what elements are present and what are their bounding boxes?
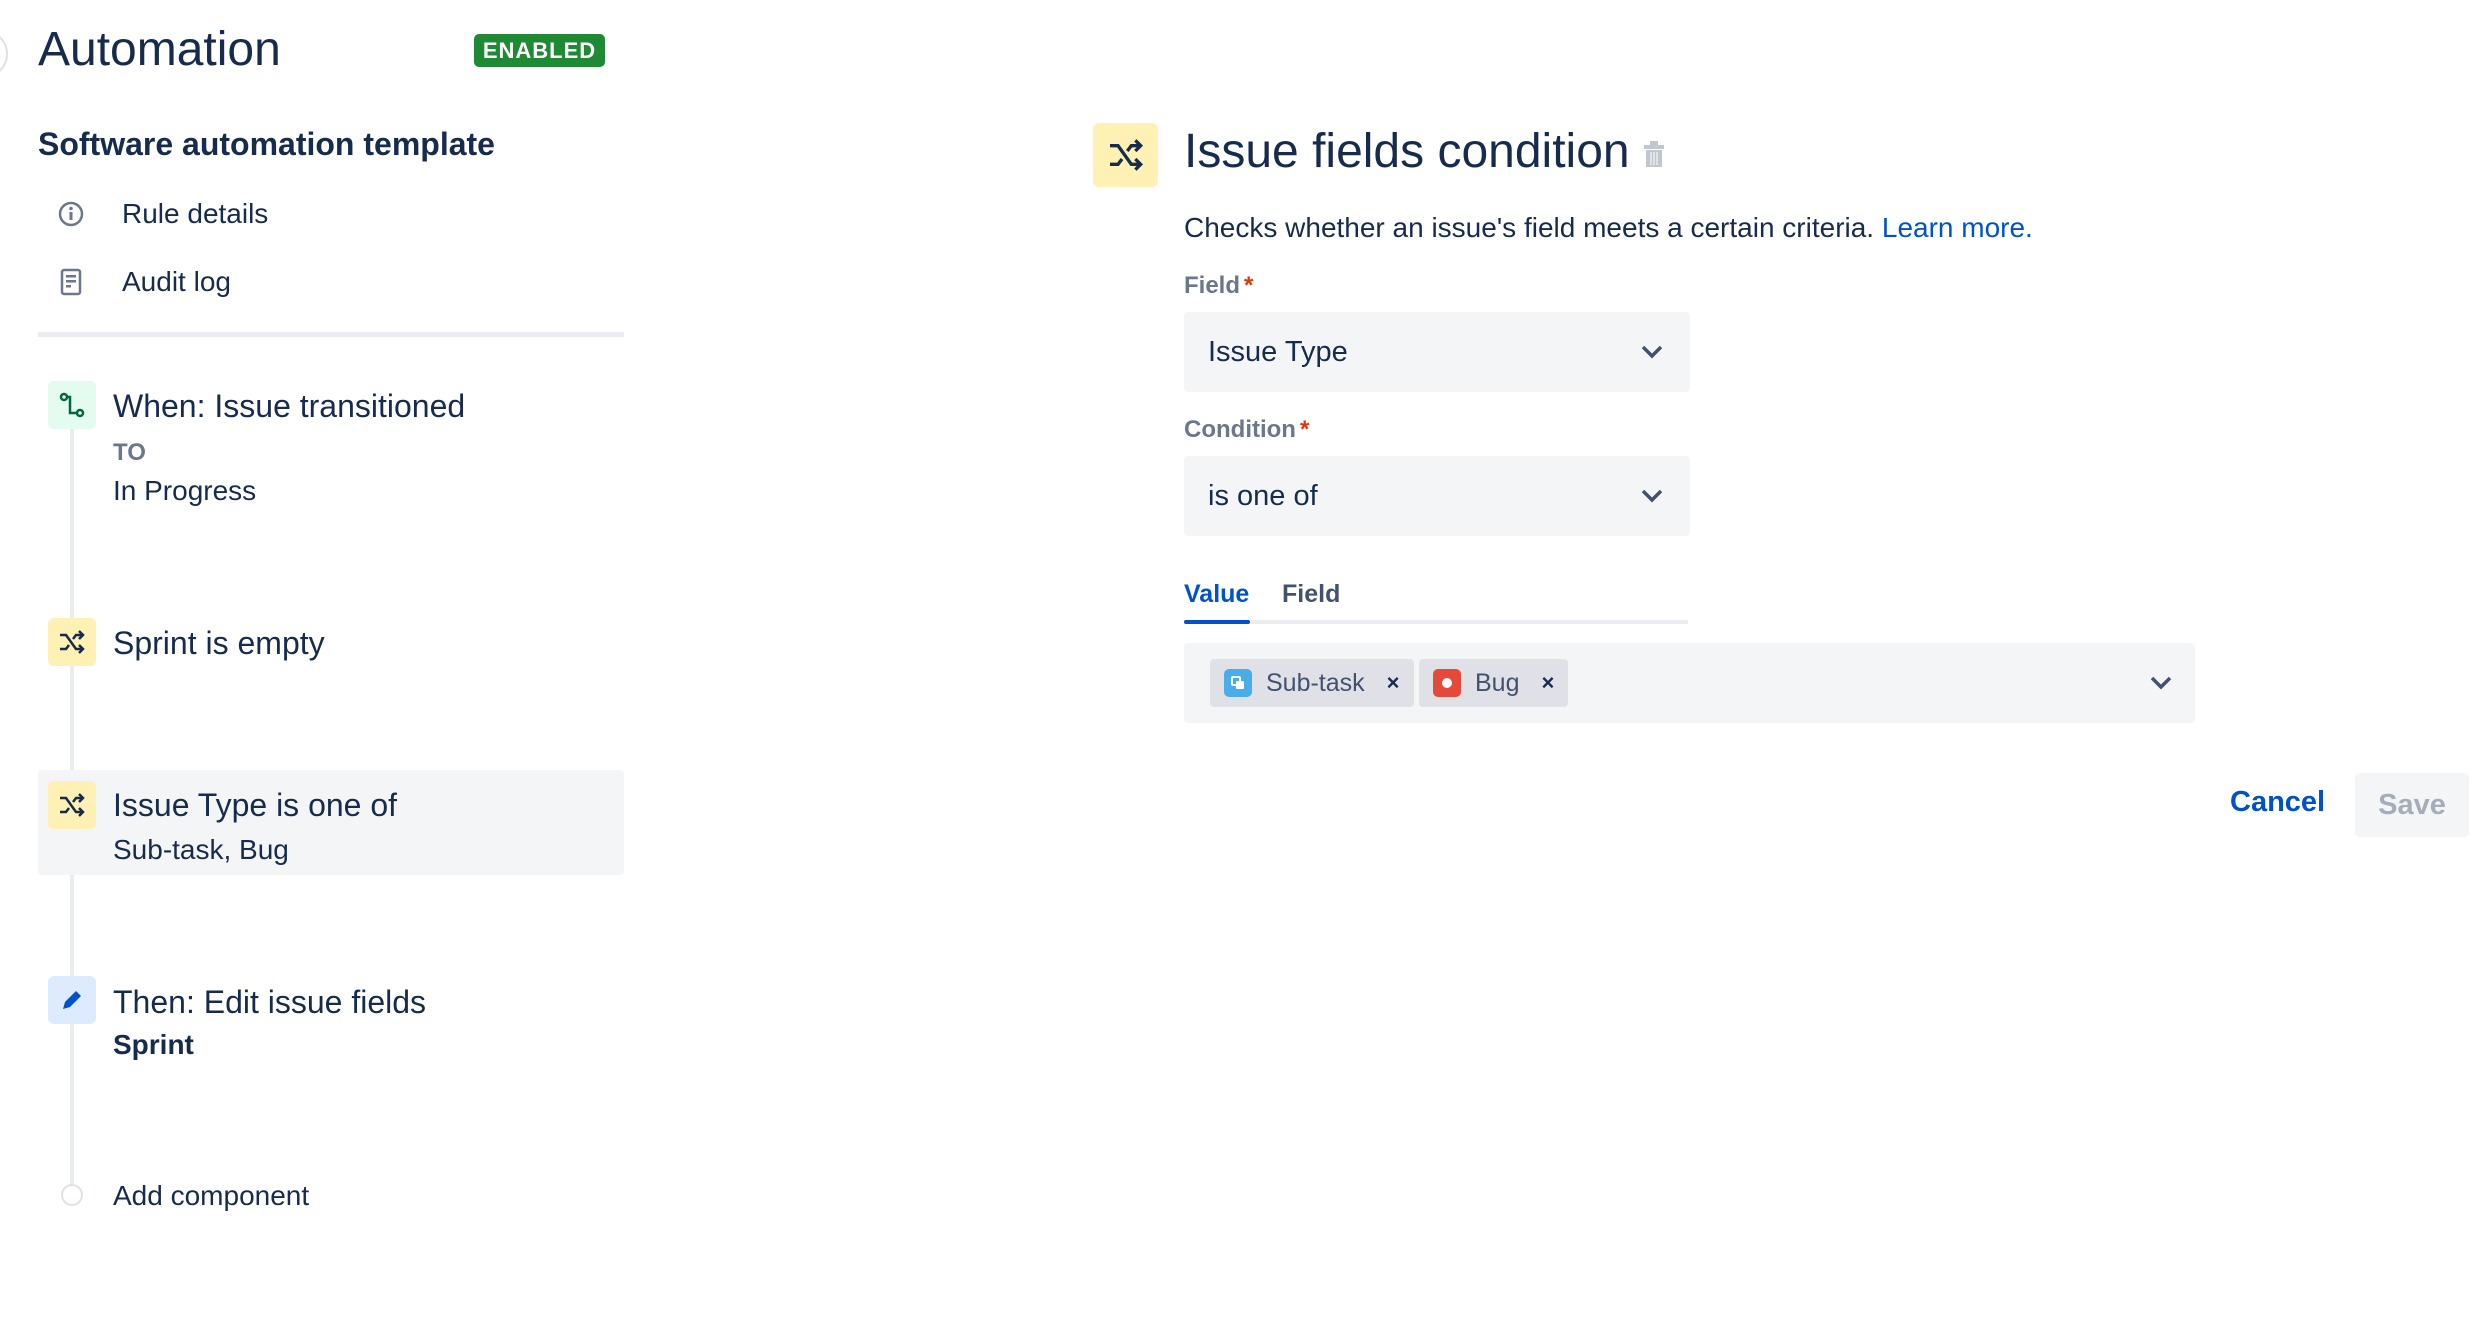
step-trigger[interactable]: When: Issue transitioned bbox=[113, 388, 465, 425]
tab-value[interactable]: Value bbox=[1184, 580, 1249, 609]
nav-label: Rule details bbox=[122, 198, 269, 229]
transition-icon bbox=[48, 381, 96, 429]
status-badge: ENABLED bbox=[474, 34, 605, 67]
panel-title: Issue fields condition bbox=[1184, 125, 1630, 178]
chip-bug: Bug × bbox=[1419, 659, 1569, 707]
pencil-icon bbox=[48, 976, 96, 1024]
shuffle-icon bbox=[1093, 123, 1158, 187]
page-title: Automation bbox=[38, 23, 281, 76]
info-icon bbox=[56, 199, 86, 229]
nav-audit-log[interactable]: Audit log bbox=[56, 266, 231, 298]
field-label: Field * bbox=[1184, 272, 1254, 299]
condition-select[interactable]: is one of bbox=[1184, 456, 1690, 536]
add-circle-icon bbox=[61, 1184, 83, 1206]
step-detail: Sub-task, Bug bbox=[113, 834, 289, 865]
rule-name: Software automation template bbox=[38, 126, 495, 162]
learn-more-link[interactable]: Learn more. bbox=[1882, 212, 2033, 243]
tab-field[interactable]: Field bbox=[1282, 580, 1340, 609]
shuffle-icon bbox=[48, 781, 96, 829]
field-select[interactable]: Issue Type bbox=[1184, 312, 1690, 392]
collapse-handle[interactable] bbox=[0, 30, 8, 78]
chip-label: Sub-task bbox=[1266, 668, 1365, 697]
divider bbox=[38, 332, 624, 337]
active-tab-indicator bbox=[1184, 620, 1250, 624]
step-kicker: TO bbox=[113, 439, 146, 466]
nav-label: Audit log bbox=[122, 266, 231, 297]
step-condition-issue-type[interactable]: Issue Type is one of bbox=[113, 787, 397, 824]
step-condition-sprint[interactable]: Sprint is empty bbox=[113, 625, 325, 662]
step-detail: In Progress bbox=[113, 475, 257, 506]
bug-icon bbox=[1433, 669, 1461, 697]
value-tabs: Value Field bbox=[1184, 580, 1688, 624]
condition-select-value: is one of bbox=[1208, 479, 1318, 512]
step-action[interactable]: Then: Edit issue fields bbox=[113, 984, 426, 1021]
chevron-down-icon bbox=[1641, 345, 1663, 359]
add-component-button[interactable]: Add component bbox=[113, 1180, 309, 1212]
trash-icon[interactable] bbox=[1643, 140, 1665, 173]
step-detail: Sprint bbox=[113, 1029, 194, 1060]
condition-label: Condition * bbox=[1184, 416, 1310, 443]
field-select-value: Issue Type bbox=[1208, 335, 1348, 368]
chip-sub-task: Sub-task × bbox=[1210, 659, 1414, 707]
chip-label: Bug bbox=[1475, 668, 1520, 697]
chevron-down-icon[interactable] bbox=[2149, 675, 2173, 691]
document-icon bbox=[56, 267, 86, 297]
remove-icon[interactable]: × bbox=[1541, 670, 1554, 696]
chevron-down-icon bbox=[1641, 489, 1663, 503]
cancel-button[interactable]: Cancel bbox=[2230, 786, 2325, 819]
value-multiselect[interactable]: Sub-task × Bug × bbox=[1184, 643, 2195, 723]
panel-description: Checks whether an issue's field meets a … bbox=[1184, 212, 2033, 243]
subtask-icon bbox=[1224, 669, 1252, 697]
nav-rule-details[interactable]: Rule details bbox=[56, 198, 268, 230]
save-button[interactable]: Save bbox=[2355, 773, 2469, 837]
remove-icon[interactable]: × bbox=[1387, 670, 1400, 696]
shuffle-icon bbox=[48, 618, 96, 666]
